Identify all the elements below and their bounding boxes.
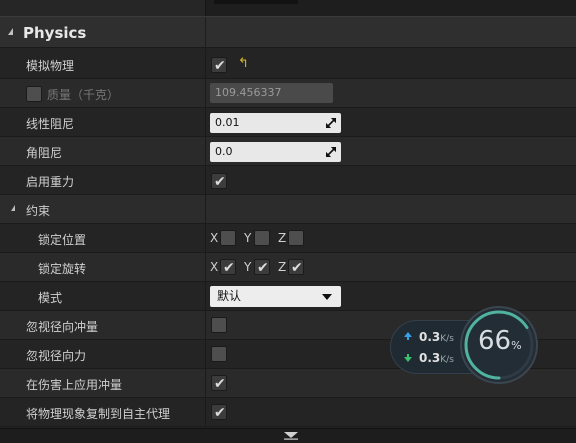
row-replicate-physics: 将物理现象复制到自主代理 ✔ — [0, 398, 576, 427]
check-icon: ✔ — [257, 260, 269, 276]
mode-dropdown[interactable]: 默认 — [210, 286, 341, 307]
row-lock-position: 锁定位置 X Y Z — [0, 224, 576, 253]
drag-arrows-icon — [326, 147, 336, 157]
axis-z-label: Z — [278, 260, 287, 274]
upload-rate-unit: K/s — [440, 334, 454, 344]
network-speed-widget[interactable]: 0.3K/s 0.3K/s 66% — [390, 306, 540, 384]
row-lock-rotation: 锁定旋转 X ✔ Y ✔ Z ✔ — [0, 253, 576, 282]
check-icon: ✔ — [214, 376, 226, 392]
axis-x-label: X — [210, 231, 219, 245]
enable-gravity-checkbox[interactable]: ✔ — [211, 173, 227, 190]
check-icon: ✔ — [214, 405, 226, 421]
lock-rotation-y-checkbox[interactable]: ✔ — [254, 259, 270, 276]
lock-position-label: 锁定位置 — [38, 233, 87, 247]
lock-rotation-z-checkbox[interactable]: ✔ — [288, 259, 304, 276]
lock-position-x-checkbox[interactable] — [220, 230, 236, 246]
constraints-subsection-header[interactable]: 约束 — [0, 195, 576, 224]
mode-label: 模式 — [38, 291, 63, 305]
axis-z-label: Z — [278, 231, 287, 245]
row-simulate-physics: 模拟物理 ✔ ↰ — [0, 50, 576, 79]
angular-damping-field[interactable]: 0.0 — [210, 142, 341, 162]
previous-row-stub — [0, 0, 576, 16]
axis-x-label: X — [210, 260, 219, 274]
section-title: Physics — [23, 24, 87, 42]
drag-arrows-icon — [326, 118, 336, 128]
linear-damping-label: 线性阻尼 — [26, 117, 75, 131]
replicate-physics-label: 将物理现象复制到自主代理 — [26, 407, 171, 421]
usage-percent-sign: % — [511, 339, 522, 352]
linear-damping-value: 0.01 — [215, 116, 240, 129]
lock-position-y-checkbox[interactable] — [254, 230, 270, 246]
chevron-down-icon — [322, 294, 332, 300]
download-arrow-icon — [404, 354, 412, 362]
collapse-triangle-icon[interactable] — [8, 28, 13, 35]
mass-field[interactable]: 109.456337 — [210, 83, 333, 103]
physics-section-header[interactable]: Physics — [0, 16, 576, 49]
details-panel: Physics 模拟物理 ✔ ↰ 质量（千克） 109.456337 线性阻尼 … — [0, 0, 576, 443]
simulate-physics-label: 模拟物理 — [26, 59, 75, 73]
simulate-physics-checkbox[interactable]: ✔ — [211, 57, 227, 74]
collapse-triangle-icon[interactable] — [11, 205, 15, 211]
download-rate: 0.3K/s — [419, 351, 454, 365]
linear-damping-field[interactable]: 0.01 — [210, 113, 341, 133]
row-angular-damping: 角阻尼 0.0 — [0, 137, 576, 166]
previous-field-stub — [214, 0, 298, 4]
mass-label: 质量（千克） — [47, 88, 120, 102]
expand-advanced-icon[interactable] — [284, 432, 298, 440]
axis-y-label: Y — [244, 231, 252, 245]
lock-position-z-checkbox[interactable] — [288, 230, 304, 246]
advanced-expander[interactable] — [0, 428, 576, 443]
ignore-radial-impulse-checkbox[interactable] — [211, 317, 227, 333]
angular-damping-value: 0.0 — [215, 145, 233, 158]
reset-to-default-icon[interactable]: ↰ — [238, 56, 249, 71]
upload-arrow-icon — [404, 332, 412, 340]
apply-impulse-on-damage-label: 在伤害上应用冲量 — [26, 378, 123, 392]
check-icon: ✔ — [223, 260, 235, 276]
row-linear-damping: 线性阻尼 0.01 — [0, 108, 576, 137]
check-icon: ✔ — [214, 58, 226, 74]
mass-override-checkbox[interactable] — [26, 86, 42, 102]
lock-rotation-label: 锁定旋转 — [38, 262, 87, 276]
row-mass: 质量（千克） 109.456337 — [0, 79, 576, 108]
check-icon: ✔ — [291, 260, 303, 276]
usage-percent: 66% — [478, 326, 522, 356]
lock-rotation-x-checkbox[interactable]: ✔ — [220, 259, 236, 276]
check-icon: ✔ — [214, 174, 226, 190]
enable-gravity-label: 启用重力 — [26, 175, 75, 189]
mode-selected-value: 默认 — [217, 289, 242, 303]
angular-damping-label: 角阻尼 — [26, 146, 63, 160]
upload-rate: 0.3K/s — [419, 330, 454, 344]
download-rate-value: 0.3 — [419, 351, 441, 365]
ignore-radial-force-label: 忽视径向力 — [26, 349, 87, 363]
row-enable-gravity: 启用重力 ✔ — [0, 166, 576, 195]
ignore-radial-force-checkbox[interactable] — [211, 346, 227, 362]
replicate-physics-checkbox[interactable]: ✔ — [211, 404, 227, 421]
download-rate-unit: K/s — [440, 355, 454, 365]
axis-y-label: Y — [244, 260, 252, 274]
usage-percent-value: 66 — [478, 326, 512, 356]
apply-impulse-on-damage-checkbox[interactable]: ✔ — [211, 375, 227, 392]
ignore-radial-impulse-label: 忽视径向冲量 — [26, 320, 99, 334]
constraints-title: 约束 — [26, 204, 51, 218]
upload-rate-value: 0.3 — [419, 330, 441, 344]
